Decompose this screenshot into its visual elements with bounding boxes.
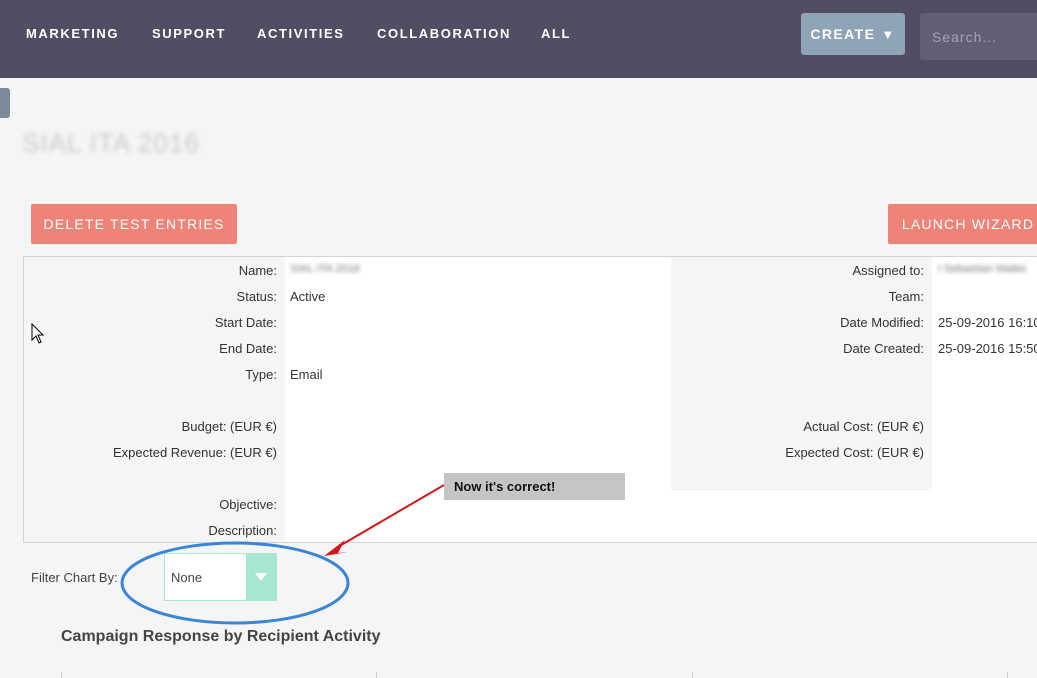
chart-gridline [61,672,62,678]
end-date-label: End Date: [219,341,277,356]
chart-gridline [692,672,693,678]
expected-revenue-label: Expected Revenue: (EUR €) [112,445,277,460]
chart-gridline [376,672,377,678]
type-value: Email [290,367,323,382]
expected-cost-label: Expected Cost: (EUR €) [785,445,924,460]
page-title: SIAL ITA 2016 [22,128,200,158]
actual-cost-label: Actual Cost: (EUR €) [803,419,924,434]
annotation-callout: Now it's correct! [444,473,625,500]
chart-title: Campaign Response by Recipient Activity [61,628,381,645]
date-created-label: Date Created: [843,341,924,356]
chevron-down-icon[interactable] [246,554,276,600]
status-value: Active [290,289,326,304]
nav-activities[interactable]: ACTIVITIES [257,26,345,41]
chart-gridline [1007,672,1008,678]
name-label: Name: [238,263,277,278]
filter-chart-selected-value: None [171,570,203,585]
name-value: SIAL ITA 2016 [290,263,360,275]
date-created-value: 25-09-2016 15:50 [938,341,1037,356]
mouse-pointer-icon [31,323,45,344]
description-label: Description: [208,523,277,538]
date-modified-label: Date Modified: [840,315,924,330]
date-modified-value: 25-09-2016 16:10 [938,315,1037,330]
search-input[interactable] [920,13,1037,60]
nav-collaboration[interactable]: COLLABORATION [377,26,511,41]
create-button[interactable]: CREATE ▼ [801,13,905,55]
team-label: Team: [888,289,924,304]
caret-down-icon: ▼ [881,27,896,42]
create-button-label: CREATE [810,26,876,42]
start-date-label: Start Date: [214,315,277,330]
status-label: Status: [236,289,277,304]
objective-label: Objective: [219,497,277,512]
assigned-to-label: Assigned to: [852,263,924,278]
launch-wizard-button[interactable]: LAUNCH WIZARD [888,204,1037,244]
sidebar-toggle[interactable] [0,88,10,118]
type-label: Type: [245,367,277,382]
assigned-to-value: I Sebastian Mattei [938,263,1027,275]
delete-test-entries-button[interactable]: DELETE TEST ENTRIES [31,204,237,244]
filter-chart-label: Filter Chart By: [31,570,118,585]
nav-all[interactable]: ALL [541,26,571,41]
nav-marketing[interactable]: MARKETING [26,26,119,41]
budget-label: Budget: (EUR €) [181,419,277,434]
top-navbar: MARKETING SUPPORT ACTIVITIES COLLABORATI… [0,0,1037,78]
filter-chart-select[interactable]: None [164,553,277,601]
nav-support[interactable]: SUPPORT [152,26,226,41]
